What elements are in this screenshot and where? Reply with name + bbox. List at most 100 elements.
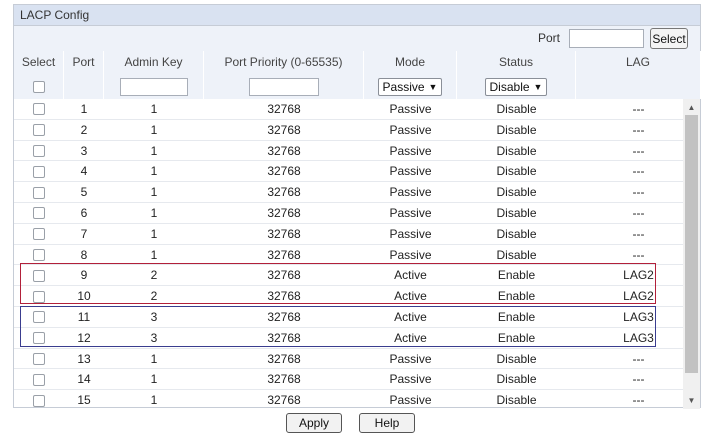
row-port: 3 (80, 143, 88, 158)
scrollbar-thumb[interactable] (685, 115, 698, 373)
row-mode: Active (394, 289, 427, 304)
row-status: Enable (497, 268, 536, 283)
row-status: Disable (496, 393, 537, 408)
row-admin-key: 1 (150, 393, 158, 408)
mode-select[interactable]: Passive ▼ (377, 77, 443, 96)
row-port-priority: 32768 (267, 226, 301, 241)
table-row: 2 1 32768 Passive Disable --- (14, 120, 684, 141)
row-status: Disable (496, 143, 537, 158)
row-checkbox[interactable] (33, 124, 45, 137)
col-port-priority: Port Priority (0-65535) (204, 51, 364, 74)
status-select[interactable]: Disable ▼ (484, 77, 548, 96)
table-header: Select Port Admin Key Port Priority (0-6… (14, 51, 701, 74)
table-row: 1 1 32768 Passive Disable --- (14, 99, 684, 120)
row-checkbox[interactable] (33, 228, 45, 241)
row-checkbox[interactable] (33, 373, 45, 386)
row-lag: --- (632, 122, 645, 137)
row-mode: Passive (389, 143, 432, 158)
row-port: 1 (80, 102, 88, 116)
row-lag: --- (632, 185, 645, 200)
apply-button[interactable]: Apply (286, 413, 342, 433)
row-mode: Passive (389, 122, 432, 137)
row-checkbox[interactable] (33, 186, 45, 199)
row-checkbox[interactable] (33, 248, 45, 261)
row-admin-key: 3 (150, 330, 158, 345)
table-scrollbar[interactable]: ▲ ▼ (683, 99, 700, 409)
row-checkbox[interactable] (33, 144, 45, 157)
row-checkbox[interactable] (33, 290, 45, 303)
row-lag: --- (632, 205, 645, 220)
row-port-priority: 32768 (267, 289, 301, 304)
col-port: Port (64, 51, 104, 74)
port-priority-input[interactable] (248, 77, 319, 96)
row-checkbox[interactable] (33, 332, 45, 345)
row-port: 14 (77, 372, 91, 387)
row-lag: --- (632, 143, 645, 158)
row-port: 13 (77, 351, 91, 366)
row-checkbox[interactable] (33, 165, 45, 178)
col-admin-key: Admin Key (104, 51, 204, 74)
row-lag: --- (632, 372, 645, 387)
row-lag: --- (632, 247, 645, 262)
row-mode: Passive (389, 205, 432, 220)
row-admin-key: 2 (150, 268, 158, 283)
row-admin-key: 1 (150, 102, 158, 116)
row-status: Disable (496, 102, 537, 116)
row-port-priority: 32768 (267, 351, 301, 366)
row-status: Disable (496, 372, 537, 387)
row-checkbox[interactable] (33, 394, 45, 407)
chevron-down-icon: ▼ (533, 81, 543, 92)
table-row: 3 1 32768 Passive Disable --- (14, 141, 684, 162)
row-mode: Passive (389, 351, 432, 366)
row-mode: Active (394, 268, 427, 283)
row-port-priority: 32768 (267, 268, 301, 283)
row-lag: --- (632, 351, 645, 366)
col-mode: Mode (364, 51, 457, 74)
row-checkbox[interactable] (33, 311, 45, 324)
row-lag: --- (632, 226, 645, 241)
row-status: Enable (497, 330, 536, 345)
scroll-up-icon[interactable]: ▲ (683, 99, 700, 116)
scroll-down-icon[interactable]: ▼ (683, 392, 700, 409)
row-port: 2 (80, 122, 88, 137)
help-button[interactable]: Help (359, 413, 415, 433)
table-row: 5 1 32768 Passive Disable --- (14, 182, 684, 203)
table-row: 7 1 32768 Passive Disable --- (14, 224, 684, 245)
filter-row: Passive ▼ Disable ▼ (14, 74, 701, 99)
row-lag: LAG3 (623, 309, 654, 324)
row-mode: Passive (389, 185, 432, 200)
row-port-priority: 32768 (267, 143, 301, 158)
row-checkbox[interactable] (33, 269, 45, 282)
admin-key-input[interactable] (119, 77, 188, 96)
row-port-priority: 32768 (267, 393, 301, 408)
row-admin-key: 1 (150, 351, 158, 366)
row-status: Disable (496, 205, 537, 220)
port-filter-input[interactable] (569, 29, 644, 48)
table-row: 6 1 32768 Passive Disable --- (14, 203, 684, 224)
row-port-priority: 32768 (267, 164, 301, 179)
row-lag: LAG2 (623, 268, 654, 283)
panel-title: LACP Config (14, 5, 700, 26)
col-select: Select (14, 51, 64, 74)
row-port: 7 (80, 226, 88, 241)
row-port-priority: 32768 (267, 309, 301, 324)
select-all-checkbox[interactable] (32, 80, 45, 93)
row-port: 5 (80, 185, 88, 200)
row-status: Disable (496, 226, 537, 241)
table-row: 10 2 32768 Active Enable LAG2 (14, 286, 684, 307)
row-checkbox[interactable] (33, 207, 45, 220)
row-checkbox[interactable] (33, 103, 45, 116)
row-checkbox[interactable] (33, 352, 45, 365)
row-port: 12 (77, 330, 91, 345)
row-admin-key: 3 (150, 309, 158, 324)
row-admin-key: 1 (150, 143, 158, 158)
row-admin-key: 1 (150, 185, 158, 200)
row-status: Disable (496, 351, 537, 366)
table-row: 13 1 32768 Passive Disable --- (14, 349, 684, 370)
port-select-button[interactable]: Select (650, 28, 688, 49)
row-lag: LAG2 (623, 289, 654, 304)
row-port-priority: 32768 (267, 122, 301, 137)
row-mode: Passive (389, 247, 432, 262)
table-row: 11 3 32768 Active Enable LAG3 (14, 307, 684, 328)
row-status: Disable (496, 185, 537, 200)
